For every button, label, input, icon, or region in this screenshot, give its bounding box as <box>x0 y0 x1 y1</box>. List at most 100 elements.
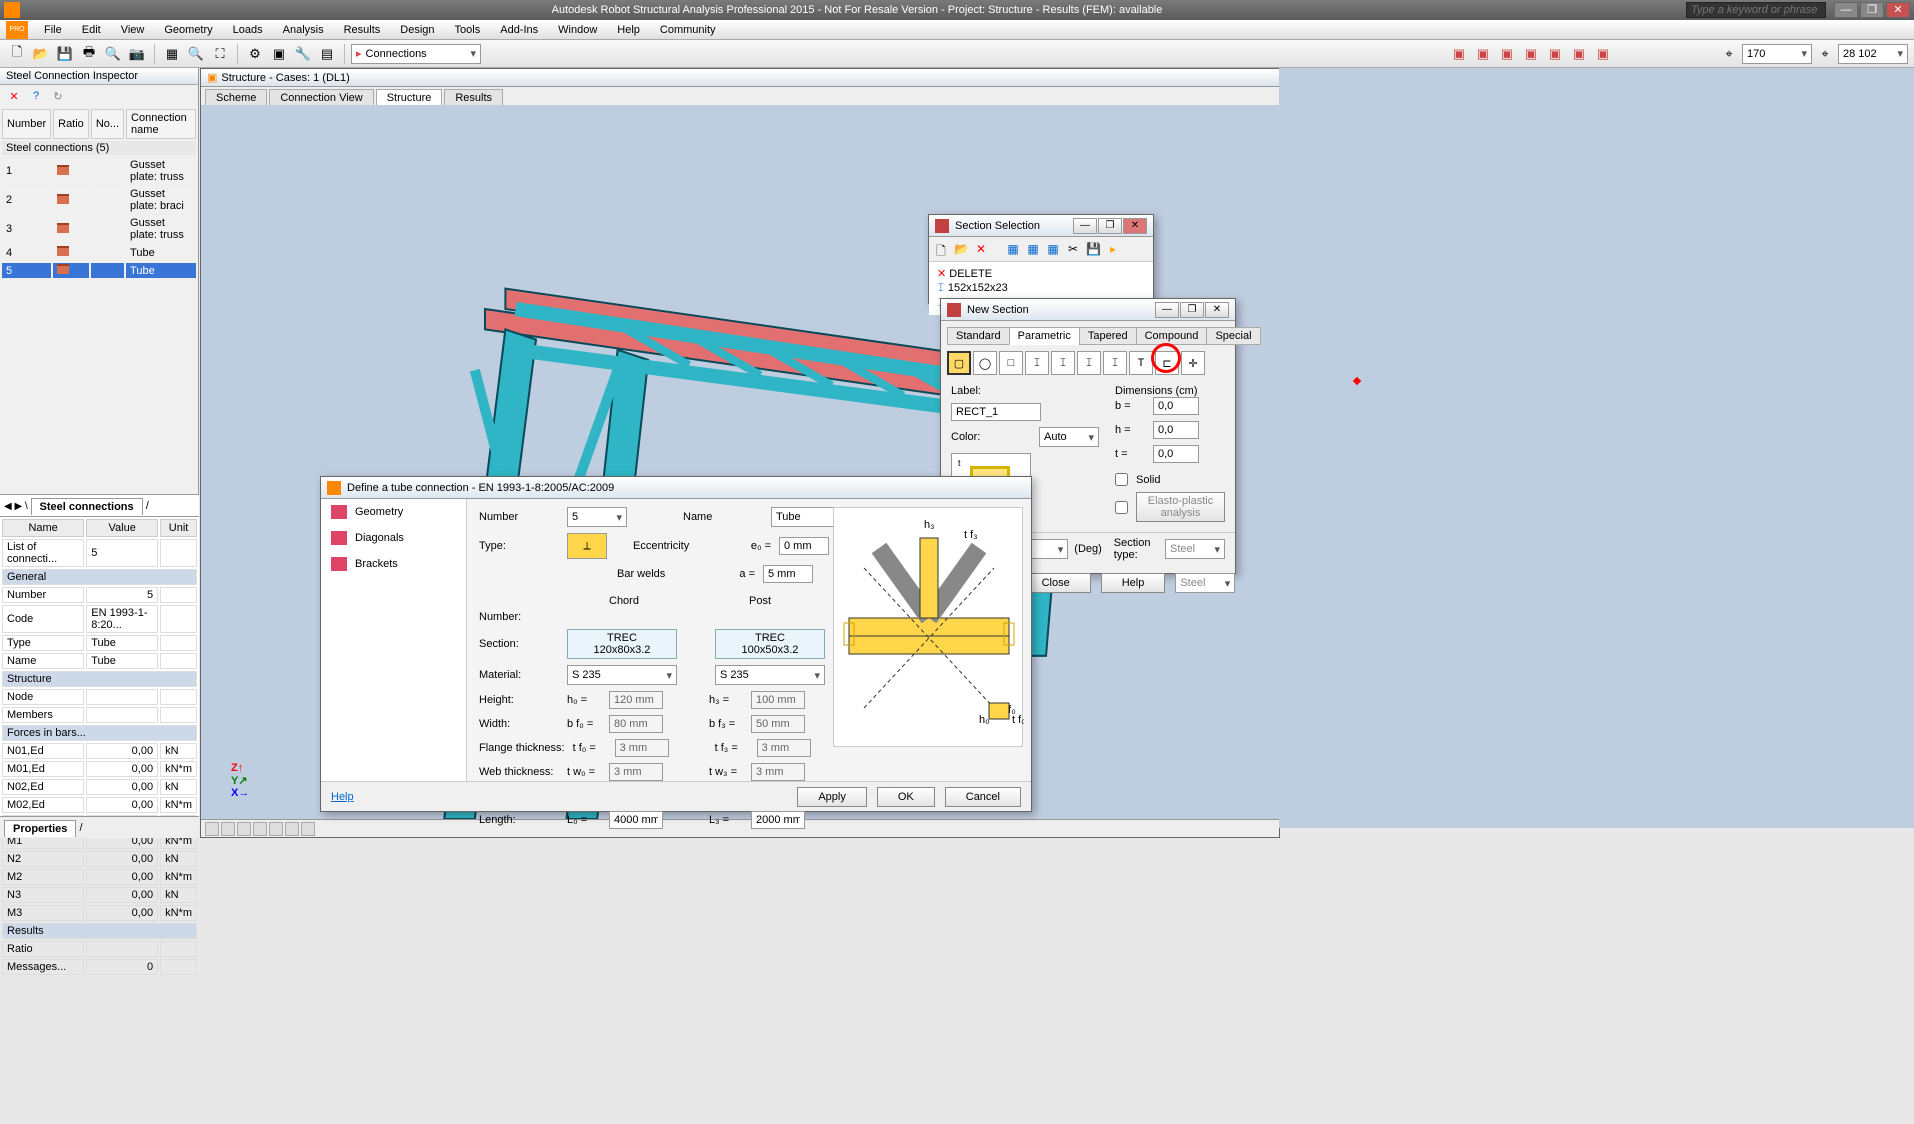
post-material-combo[interactable]: S 235 <box>715 665 825 685</box>
ss-new-icon[interactable]: 🗋 <box>933 241 949 257</box>
sb-icon[interactable] <box>253 822 267 836</box>
conn-tool-7-icon[interactable]: ▣ <box>1592 43 1614 65</box>
section-type-combo-2[interactable]: Steel <box>1175 573 1235 593</box>
chord-material-combo[interactable]: S 235 <box>567 665 677 685</box>
tab-parametric[interactable]: Parametric <box>1009 327 1080 345</box>
coord-picker-2-icon[interactable]: ⌖ <box>1814 43 1836 65</box>
coord-input-1[interactable]: 170 <box>1742 44 1812 64</box>
shape-i3[interactable]: 𝙸 <box>1077 351 1101 375</box>
tab-tapered[interactable]: Tapered <box>1079 327 1137 345</box>
label-input[interactable] <box>951 403 1041 421</box>
wrench-icon[interactable]: 🔧 <box>292 43 314 65</box>
new-icon[interactable]: 🗋 <box>6 43 28 65</box>
menu-edit[interactable]: Edit <box>72 24 111 36</box>
print-icon[interactable]: 🖶 <box>78 43 100 65</box>
side-diagonals[interactable]: Diagonals <box>321 525 466 551</box>
save-icon[interactable]: 💾 <box>54 43 76 65</box>
L0-input[interactable] <box>609 811 663 829</box>
table-row-selected[interactable]: 5Tube <box>2 263 196 279</box>
sb-icon[interactable] <box>301 822 315 836</box>
sb-icon[interactable] <box>205 822 219 836</box>
dlg-close[interactable]: ✕ <box>1205 302 1229 318</box>
shape-cross[interactable]: ✛ <box>1181 351 1205 375</box>
side-geometry[interactable]: Geometry <box>321 499 466 525</box>
sections-icon[interactable]: ▣ <box>268 43 290 65</box>
barwelds-input[interactable] <box>763 565 813 583</box>
help-search-input[interactable] <box>1686 2 1826 18</box>
table-row[interactable]: 2Gusset plate: braci <box>2 187 196 214</box>
L3-input[interactable] <box>751 811 805 829</box>
dlg-close[interactable]: ✕ <box>1123 218 1147 234</box>
help-icon[interactable]: ? <box>28 88 44 104</box>
sb-icon[interactable] <box>221 822 235 836</box>
tab-special[interactable]: Special <box>1206 327 1260 345</box>
elasto-checkbox[interactable] <box>1115 501 1128 514</box>
conn-tool-3-icon[interactable]: ▣ <box>1496 43 1518 65</box>
menu-geometry[interactable]: Geometry <box>154 24 222 36</box>
table-row[interactable]: 3Gusset plate: truss <box>2 216 196 243</box>
ss-open-icon[interactable]: 📂 <box>953 241 969 257</box>
conn-tool-1-icon[interactable]: ▣ <box>1448 43 1470 65</box>
shape-t[interactable]: T <box>1129 351 1153 375</box>
t-input[interactable] <box>1153 445 1199 463</box>
menu-analysis[interactable]: Analysis <box>273 24 334 36</box>
menu-addins[interactable]: Add-Ins <box>490 24 548 36</box>
color-combo[interactable]: Auto <box>1039 427 1099 447</box>
screenshot-icon[interactable]: 📷 <box>126 43 148 65</box>
sb-icon[interactable] <box>269 822 283 836</box>
b-input[interactable] <box>1153 397 1199 415</box>
conn-tool-5-icon[interactable]: ▣ <box>1544 43 1566 65</box>
conn-tool-2-icon[interactable]: ▣ <box>1472 43 1494 65</box>
ss-cut-icon[interactable]: ✂ <box>1065 241 1081 257</box>
dlg-maximize[interactable]: ❐ <box>1180 302 1204 318</box>
type-icon[interactable]: ⟂ <box>567 533 607 559</box>
conn-tool-4-icon[interactable]: ▣ <box>1520 43 1542 65</box>
conn-tool-6-icon[interactable]: ▣ <box>1568 43 1590 65</box>
window-close[interactable]: ✕ <box>1886 2 1910 18</box>
col-ratio[interactable]: Ratio <box>53 109 89 139</box>
menu-tools[interactable]: Tools <box>445 24 491 36</box>
sb-icon[interactable] <box>285 822 299 836</box>
table-row[interactable]: 4Tube <box>2 245 196 261</box>
ss-delete-icon[interactable]: ✕ <box>973 241 989 257</box>
menu-community[interactable]: Community <box>650 24 726 36</box>
properties-tab[interactable]: Properties <box>4 820 76 837</box>
shape-c[interactable]: ⊏ <box>1155 351 1179 375</box>
shape-square[interactable]: □ <box>999 351 1023 375</box>
col-connname[interactable]: Connection name <box>126 109 196 139</box>
ss-grid1-icon[interactable]: ▦ <box>1005 241 1021 257</box>
layout-combo[interactable]: ▸Connections <box>351 44 481 64</box>
tab-compound[interactable]: Compound <box>1136 327 1208 345</box>
shape-i4[interactable]: 𝙸 <box>1103 351 1127 375</box>
ss-grid2-icon[interactable]: ▦ <box>1025 241 1041 257</box>
menu-view[interactable]: View <box>111 24 155 36</box>
cancel-button[interactable]: Cancel <box>945 787 1021 807</box>
delete-icon[interactable]: ✕ <box>6 88 22 104</box>
preview-icon[interactable]: 🔍 <box>102 43 124 65</box>
shape-i2[interactable]: 𝙸 <box>1051 351 1075 375</box>
coord-input-2[interactable]: 28 102 <box>1838 44 1908 64</box>
ss-grid3-icon[interactable]: ▦ <box>1045 241 1061 257</box>
menu-loads[interactable]: Loads <box>223 24 273 36</box>
open-icon[interactable]: 📂 <box>30 43 52 65</box>
menu-results[interactable]: Results <box>334 24 391 36</box>
help-link[interactable]: Help <box>331 791 354 803</box>
h-input[interactable] <box>1153 421 1199 439</box>
table-row[interactable]: 1Gusset plate: truss <box>2 158 196 185</box>
table-icon[interactable]: ▤ <box>316 43 338 65</box>
window-minimize[interactable]: — <box>1834 2 1858 18</box>
help-button[interactable]: Help <box>1101 573 1166 593</box>
dlg-minimize[interactable]: — <box>1155 302 1179 318</box>
eccentricity-input[interactable] <box>779 537 829 555</box>
ss-flag-icon[interactable]: ▸ <box>1105 241 1121 257</box>
menu-help[interactable]: Help <box>607 24 650 36</box>
menu-file[interactable]: File <box>34 24 72 36</box>
steel-connections-tab[interactable]: Steel connections <box>31 498 143 515</box>
sb-icon[interactable] <box>237 822 251 836</box>
ok-button[interactable]: OK <box>877 787 935 807</box>
col-no[interactable]: No... <box>91 109 124 139</box>
tab-standard[interactable]: Standard <box>947 327 1010 345</box>
menu-design[interactable]: Design <box>390 24 444 36</box>
window-maximize[interactable]: ❐ <box>1860 2 1884 18</box>
section-type-combo[interactable]: Steel <box>1165 539 1225 559</box>
